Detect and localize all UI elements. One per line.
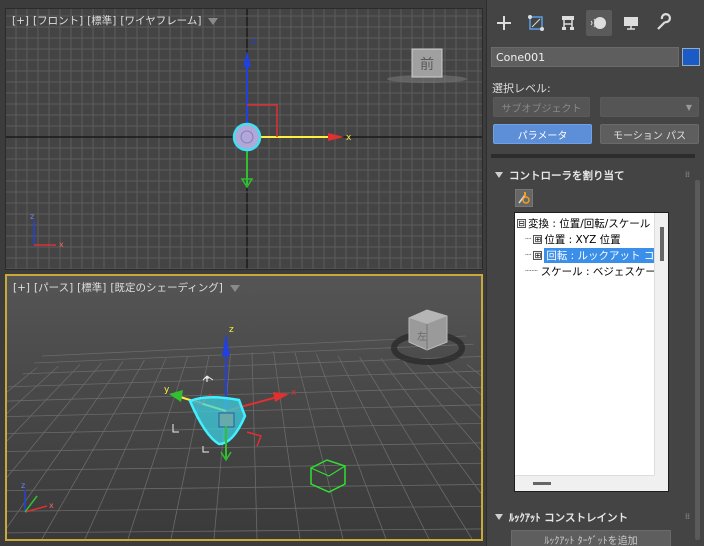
rollout-title: ﾙｯｸｱｯﾄ コンストレイント xyxy=(509,511,628,524)
tree-row-rotation[interactable]: ┈ ⊞ 回転 : ルックアット コンストレイント xyxy=(525,247,668,263)
x-axis-arrow-icon[interactable] xyxy=(328,133,344,141)
create-tab[interactable] xyxy=(491,10,517,36)
y-axis-label: y xyxy=(164,385,170,395)
cone-pivot-box xyxy=(218,412,235,428)
wrench-icon xyxy=(657,13,671,30)
front-viewport-label: [+] [フロント] [標準] [ワイヤフレーム] xyxy=(12,13,222,28)
expand-icon[interactable]: ⊞ xyxy=(533,234,543,244)
hierarchy-icon xyxy=(562,16,574,30)
tree-scroll-corner xyxy=(654,475,668,491)
rollout-collapse-icon xyxy=(495,514,503,520)
filter-icon[interactable] xyxy=(229,284,240,292)
command-panel: 選択レベル: サブオブジェクト ▼ パラメータ モーション パス コントローラを… xyxy=(486,0,704,546)
tripod-x-label: x xyxy=(49,501,54,510)
viewport-menu-plus[interactable]: [+] xyxy=(12,15,29,27)
tripod-z-label: z xyxy=(30,212,34,221)
expand-icon[interactable]: ⊞ xyxy=(533,250,543,260)
z-axis-arrow-icon[interactable] xyxy=(222,334,230,356)
viewport-standard-menu[interactable]: [標準] xyxy=(87,15,116,27)
object-color-swatch[interactable] xyxy=(682,48,700,66)
front-gizmo-layer: 前 z x z x xyxy=(30,37,467,249)
chevron-down-icon: ▼ xyxy=(685,102,692,112)
collapse-icon[interactable]: ⊟ xyxy=(517,218,526,228)
display-icon xyxy=(624,17,638,30)
persp-gizmo-layer: 左 z x y z x xyxy=(21,309,465,513)
x-axis-label: x xyxy=(291,388,297,398)
viewcube-face-label: 前 xyxy=(420,56,434,73)
z-axis-arrow-icon[interactable] xyxy=(243,51,251,67)
selected-cone-persp[interactable] xyxy=(188,396,247,446)
viewport-menu-plus[interactable]: [+] xyxy=(13,282,30,294)
z-axis-label: z xyxy=(251,37,256,47)
move-gizmo-front[interactable]: z x xyxy=(232,37,352,189)
lookat-target-box[interactable] xyxy=(310,459,346,493)
perspective-viewport[interactable]: [+] [パース] [標準] [既定のシェーディング] 左 z x y z x xyxy=(5,274,483,541)
tree-line-icon: ┈ xyxy=(525,233,532,245)
viewcube-front[interactable]: 前 xyxy=(387,48,467,83)
viewport-standard-menu[interactable]: [標準] xyxy=(77,282,106,294)
filter-icon[interactable] xyxy=(208,17,219,25)
modify-icon xyxy=(528,15,544,31)
parameters-button[interactable]: パラメータ xyxy=(493,124,592,144)
tree-vertical-scroll-thumb[interactable] xyxy=(660,227,664,261)
viewport-shading-menu[interactable]: [ワイヤフレーム] xyxy=(120,15,201,27)
add-lookat-target-button[interactable]: ﾙｯｸｱｯﾄ ﾀｰｹﾞｯﾄを追加 xyxy=(511,530,671,546)
object-name-input[interactable] xyxy=(491,47,679,67)
command-panel-tabs xyxy=(487,6,704,46)
create-icon xyxy=(497,16,511,30)
move-gizmo-persp[interactable]: z x y xyxy=(164,325,297,462)
selected-cone-front[interactable] xyxy=(232,122,262,152)
panel-divider xyxy=(491,154,695,158)
y-axis-arrow-icon[interactable] xyxy=(169,390,183,402)
x-axis-arrow-icon[interactable] xyxy=(273,392,289,402)
controller-tree[interactable]: ⊟ 変換 : 位置/回転/スケール ┈ ⊞ 位置 : XYZ 位置 ┈ ⊞ 回転… xyxy=(514,212,669,492)
tree-row-position[interactable]: ┈ ⊞ 位置 : XYZ 位置 xyxy=(525,231,621,247)
subobject-dropdown[interactable]: ▼ xyxy=(600,97,699,117)
hierarchy-tab[interactable] xyxy=(555,10,581,36)
tripod-z-label: z xyxy=(21,481,25,490)
selection-level-label: 選択レベル: xyxy=(492,82,551,95)
tree-line-icon: ┈┈ xyxy=(525,265,538,277)
viewport-point-of-view-menu[interactable]: [フロント] xyxy=(33,15,83,27)
panel-scrollbar[interactable] xyxy=(695,180,700,540)
z-axis-label: z xyxy=(229,325,234,335)
rollout-grip-icon: ⁞⁞ xyxy=(684,512,690,521)
tree-row-scale[interactable]: ┈┈ スケール : ベジェスケール xyxy=(525,263,666,279)
assign-controller-rollout-header[interactable]: コントローラを割り当て ⁞⁞ xyxy=(491,166,691,184)
subobject-button[interactable]: サブオブジェクト xyxy=(493,97,590,117)
viewcube-face-label: 左 xyxy=(417,330,427,343)
lookat-constraint-rollout-header[interactable]: ﾙｯｸｱｯﾄ コンストレイント ⁞⁞ xyxy=(491,508,691,526)
axis-tripod-front: z x xyxy=(30,212,64,249)
tree-line-icon: ┈ xyxy=(525,249,532,261)
rollout-grip-icon: ⁞⁞ xyxy=(684,170,690,179)
tree-row-transform[interactable]: ⊟ 変換 : 位置/回転/スケール xyxy=(517,215,650,231)
viewcube-persp[interactable]: 左 xyxy=(391,309,465,365)
front-viewport[interactable]: [+] [フロント] [標準] [ワイヤフレーム] 前 z x z x xyxy=(5,8,483,270)
modify-tab[interactable] xyxy=(523,10,549,36)
viewport-point-of-view-menu[interactable]: [パース] xyxy=(34,282,73,294)
axis-tripod-persp: z x xyxy=(21,481,54,513)
viewport-shading-menu[interactable]: [既定のシェーディング] xyxy=(110,282,222,294)
motion-paths-button[interactable]: モーション パス xyxy=(600,124,699,144)
lookat-red-marker xyxy=(246,431,263,447)
tripod-x-label: x xyxy=(59,240,64,249)
rollout-collapse-icon xyxy=(495,172,503,178)
x-axis-label: x xyxy=(346,133,352,143)
rollout-title: コントローラを割り当て xyxy=(509,169,625,182)
assign-controller-button[interactable] xyxy=(515,189,533,207)
display-tab[interactable] xyxy=(618,10,644,36)
motion-tab[interactable] xyxy=(586,10,612,36)
tree-horizontal-scroll-thumb[interactable] xyxy=(533,482,551,485)
assign-controller-icon xyxy=(518,192,530,204)
motion-icon xyxy=(590,17,606,29)
persp-viewport-label: [+] [パース] [標準] [既定のシェーディング] xyxy=(13,280,244,295)
utilities-tab[interactable] xyxy=(650,10,676,36)
